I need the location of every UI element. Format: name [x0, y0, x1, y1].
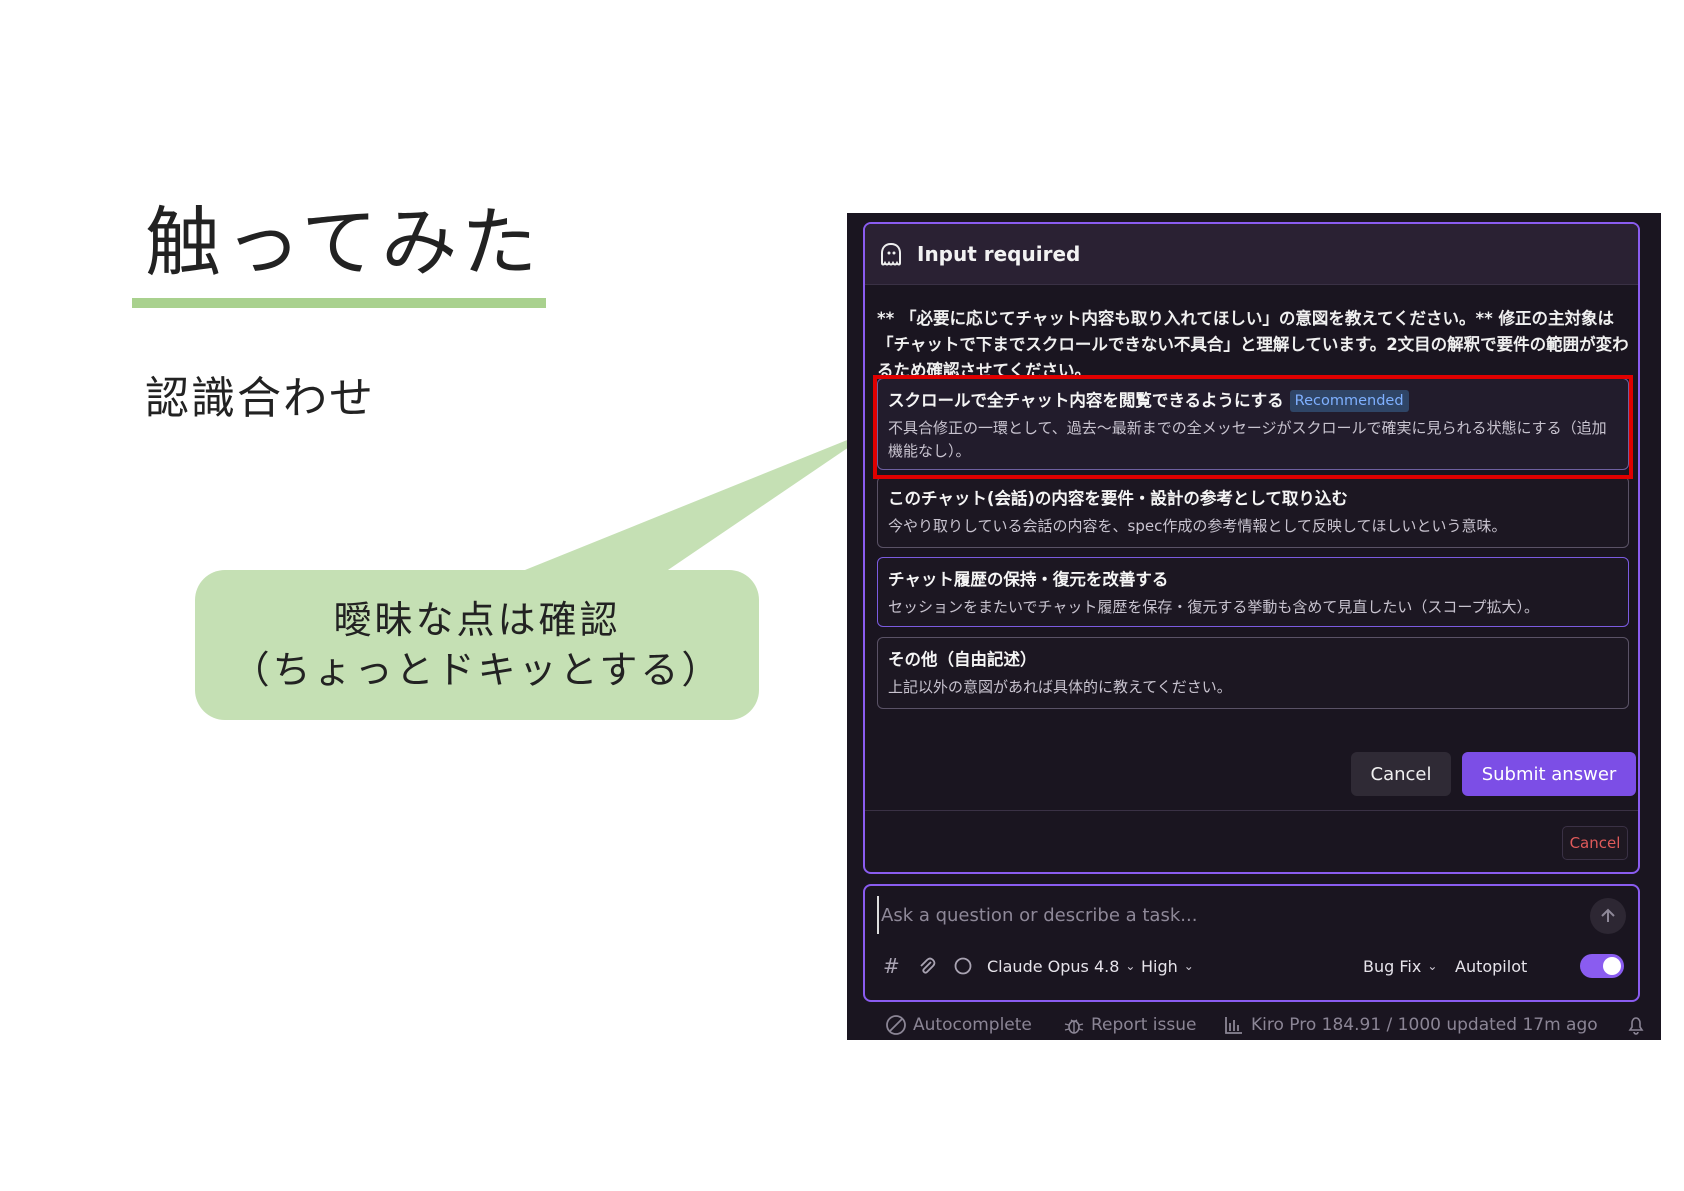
- option-4-title: その他（自由記述）: [888, 650, 1037, 669]
- paperclip-icon: [920, 957, 936, 974]
- option-1-description: 不具合修正の一環として、過去〜最新までの全メッセージがスクロールで確実に見られる…: [888, 419, 1607, 460]
- send-button[interactable]: [1590, 898, 1626, 934]
- report-issue-label: Report issue: [1091, 1015, 1197, 1035]
- callout-line-2: （ちょっとドキッとする）: [231, 648, 723, 692]
- hash-button[interactable]: #: [883, 952, 900, 980]
- mode-label: Bug Fix: [1363, 956, 1422, 976]
- autocomplete-status[interactable]: Autocomplete: [885, 1014, 1032, 1036]
- option-3[interactable]: チャット履歴の保持・復元を改善する セッションをまたいでチャット履歴を保存・復元…: [877, 557, 1629, 627]
- option-2-title: このチャット(会話)の内容を要件・設計の参考として取り込む: [888, 489, 1348, 508]
- bell-icon: [1628, 1017, 1644, 1035]
- callout-box: 曖昧な点は確認 （ちょっとドキッとする）: [195, 570, 759, 720]
- autopilot-label: Autopilot: [1455, 956, 1528, 976]
- circle-icon: [954, 957, 972, 975]
- question-text: ** 「必要に応じてチャット内容も取り入れてほしい」の意図を教えてください。**…: [877, 309, 1629, 380]
- effort-label: High: [1141, 956, 1178, 976]
- mode-selector[interactable]: Bug Fix ⌄: [1363, 952, 1437, 980]
- autocomplete-label: Autocomplete: [913, 1015, 1032, 1035]
- attach-button[interactable]: [917, 952, 937, 980]
- composer: # Claude Opus 4.8 ⌄ High ⌄ Bug Fix ⌄ Autopi…: [863, 884, 1640, 1002]
- secondary-cancel-button[interactable]: Cancel: [1562, 826, 1628, 860]
- card-header: Input required: [865, 224, 1638, 285]
- effort-selector[interactable]: High ⌄: [1141, 952, 1194, 980]
- report-issue-button[interactable]: Report issue: [1063, 1014, 1196, 1036]
- option-3-description: セッションをまたいでチャット履歴を保存・復元する挙動も含めて見直したい（スコープ…: [888, 598, 1540, 616]
- usage-label: Kiro Pro 184.91 / 1000 updated 17m ago: [1251, 1015, 1598, 1035]
- option-4-description: 上記以外の意図があれば具体的に教えてください。: [888, 678, 1232, 696]
- chevron-down-icon: ⌄: [1427, 959, 1438, 973]
- status-bar: Autocomplete Report issue Kiro Pro 184.9…: [847, 1010, 1661, 1040]
- option-1[interactable]: スクロールで全チャット内容を閲覧できるようにする Recommended 不具合修…: [877, 378, 1629, 470]
- model-selector[interactable]: Claude Opus 4.8 ⌄: [987, 952, 1135, 980]
- input-required-card: Input required ** 「必要に応じてチャット内容も取り入れてほしい…: [863, 222, 1640, 874]
- option-4[interactable]: その他（自由記述） 上記以外の意図があれば具体的に教えてください。: [877, 637, 1629, 709]
- task-input[interactable]: [877, 896, 1523, 934]
- option-2-description: 今やり取りしている会話の内容を、spec作成の参考情報として反映してほしいという…: [888, 517, 1507, 535]
- bar-chart-icon: [1225, 1017, 1242, 1034]
- card-title: Input required: [917, 242, 1081, 266]
- option-3-title: チャット履歴の保持・復元を改善する: [888, 570, 1169, 589]
- card-divider: [865, 810, 1638, 811]
- chevron-down-icon: ⌄: [1125, 959, 1136, 973]
- chevron-down-icon: ⌄: [1183, 959, 1194, 973]
- context-button[interactable]: [953, 952, 973, 980]
- option-1-title: スクロールで全チャット内容を閲覧できるようにする: [888, 391, 1284, 410]
- autopilot-toggle[interactable]: [1580, 954, 1624, 978]
- kiro-chat-panel: Input required ** 「必要に応じてチャット内容も取り入れてほしい…: [847, 213, 1661, 1040]
- cancel-button[interactable]: Cancel: [1351, 752, 1451, 796]
- callout-line-1: 曖昧な点は確認: [333, 598, 621, 642]
- usage-status[interactable]: Kiro Pro 184.91 / 1000 updated 17m ago: [1223, 1014, 1598, 1036]
- ghost-icon: [881, 242, 901, 266]
- hash-icon: #: [883, 954, 900, 978]
- model-label: Claude Opus 4.8: [987, 956, 1120, 976]
- disabled-icon: [886, 1015, 906, 1035]
- arrow-up-icon: [1601, 908, 1615, 922]
- option-2[interactable]: このチャット(会話)の内容を要件・設計の参考として取り込む 今やり取りしている会…: [877, 476, 1629, 548]
- submit-answer-button[interactable]: Submit answer: [1462, 752, 1636, 796]
- bug-icon: [1064, 1019, 1084, 1034]
- notifications-button[interactable]: [1625, 1014, 1653, 1036]
- recommended-badge: Recommended: [1289, 390, 1409, 412]
